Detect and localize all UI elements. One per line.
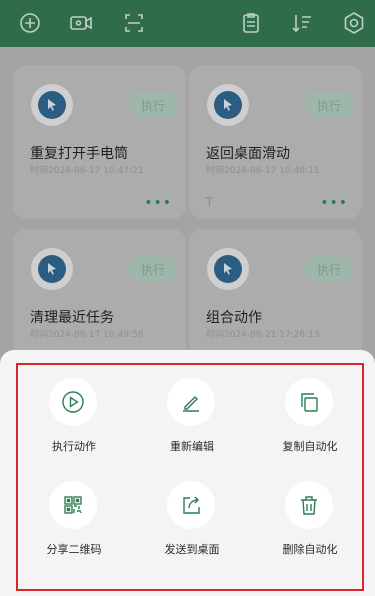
card-title: 重复打开手电筒 (30, 146, 128, 162)
run-button[interactable]: 执行 (304, 256, 354, 282)
settings-hex-icon[interactable] (341, 10, 367, 36)
run-button[interactable]: 执行 (128, 92, 178, 118)
card-time: 时间2024-06-17 10:49:56 (30, 330, 144, 340)
action-label: 复制自动化 (282, 440, 338, 453)
card-title: 返回桌面滑动 (206, 146, 290, 162)
more-icon[interactable]: ••• (320, 196, 348, 210)
clipboard-icon[interactable] (238, 10, 264, 36)
card-title: 组合动作 (206, 310, 262, 326)
copy-automation-button[interactable]: 复制自动化 (260, 378, 360, 468)
action-label: 重新编辑 (170, 440, 214, 453)
card-time: 时间2024-06-21 17:26:13 (206, 330, 320, 340)
video-record-icon[interactable] (68, 10, 94, 36)
action-sheet: 执行动作 重新编辑 复制自动化 分享二维码 发送到桌面 删除自动化 (0, 350, 375, 596)
play-circle-icon (49, 378, 97, 426)
card-time: 时间2024-06-17 10:48:11 (206, 166, 320, 176)
share-to-desktop-icon (167, 481, 215, 529)
cursor-icon (207, 84, 249, 126)
cursor-icon (31, 248, 73, 290)
share-qrcode-button[interactable]: 分享二维码 (24, 481, 124, 571)
more-icon[interactable]: ••• (144, 196, 172, 210)
automation-card[interactable]: 执行 重复打开手电筒 时间2024-06-17 10:47:21 ••• (13, 65, 186, 219)
card-title: 清理最近任务 (30, 310, 114, 326)
action-label: 执行动作 (52, 440, 96, 453)
run-action-button[interactable]: 执行动作 (24, 378, 124, 468)
copy-icon (285, 378, 333, 426)
action-label: 删除自动化 (282, 543, 338, 556)
action-label: 分享二维码 (46, 543, 102, 556)
run-button[interactable]: 执行 (128, 256, 178, 282)
card-time: 时间2024-06-17 10:47:21 (30, 166, 144, 176)
action-label: 发送到桌面 (164, 543, 220, 556)
delete-automation-button[interactable]: 删除自动化 (260, 481, 360, 571)
edit-button[interactable]: 重新编辑 (142, 378, 242, 468)
scan-frame-icon[interactable] (121, 10, 147, 36)
trash-icon (285, 481, 333, 529)
top-toolbar (0, 0, 375, 47)
run-button[interactable]: 执行 (304, 92, 354, 118)
automation-card[interactable]: 执行 返回桌面滑动 时间2024-06-17 10:48:11 ⊤ ••• (189, 65, 362, 219)
sort-list-icon[interactable] (289, 10, 315, 36)
pin-icon: ⊤ (204, 195, 215, 209)
cursor-icon (207, 248, 249, 290)
send-to-desktop-button[interactable]: 发送到桌面 (142, 481, 242, 571)
cursor-icon (31, 84, 73, 126)
pencil-icon (167, 378, 215, 426)
qrcode-icon (49, 481, 97, 529)
add-circle-icon[interactable] (17, 10, 43, 36)
